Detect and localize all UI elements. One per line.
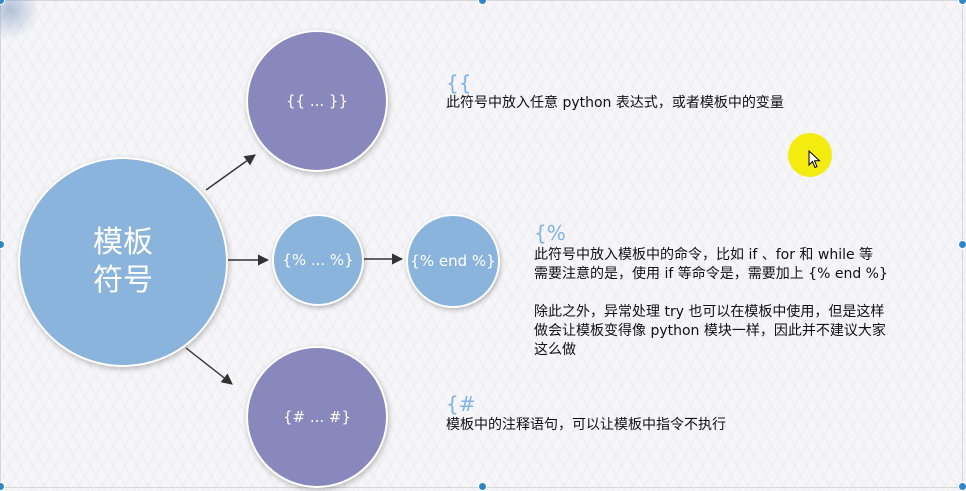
resize-handle-top-right[interactable]	[958, 0, 966, 5]
command-description-line3: 除此之外，异常处理 try 也可以在模板中使用，但是这样	[534, 304, 885, 320]
command-description-line4: 做会让模板变得像 python 模块一样，因此并不建议大家	[534, 323, 886, 339]
resize-handle-bottom[interactable]	[478, 482, 487, 491]
command-symbol-heading: {%	[534, 221, 566, 245]
command-description-line1: 此符号中放入模板中的命令，比如 if 、for 和 while 等	[534, 247, 874, 263]
node-variable-tag: {{ ... }}	[246, 30, 388, 172]
node-comment-tag: {# ... #}	[246, 346, 388, 488]
mouse-pointer-icon	[808, 150, 821, 169]
command-description-line2: 需要注意的是，使用 if 等命令是，需要加上 {% end %}	[534, 266, 888, 282]
node-command-tag: {% ... %}	[272, 214, 364, 306]
variable-symbol-heading: {{	[446, 71, 472, 95]
corner-decoration	[0, 0, 40, 40]
node-end-tag: {% end %}	[406, 214, 500, 308]
comment-description: 模板中的注释语句，可以让模板中指令不执行	[446, 417, 726, 433]
variable-description: 此符号中放入任意 python 表达式，或者模板中的变量	[446, 95, 784, 111]
resize-handle-right[interactable]	[958, 240, 966, 249]
center-node-template-symbols: 模板 符号	[18, 157, 228, 367]
comment-symbol-heading: {#	[446, 392, 476, 416]
command-description-line5: 这么做	[534, 342, 576, 358]
resize-handle-bottom-right[interactable]	[958, 482, 966, 491]
resize-handle-bottom-left[interactable]	[0, 482, 5, 491]
